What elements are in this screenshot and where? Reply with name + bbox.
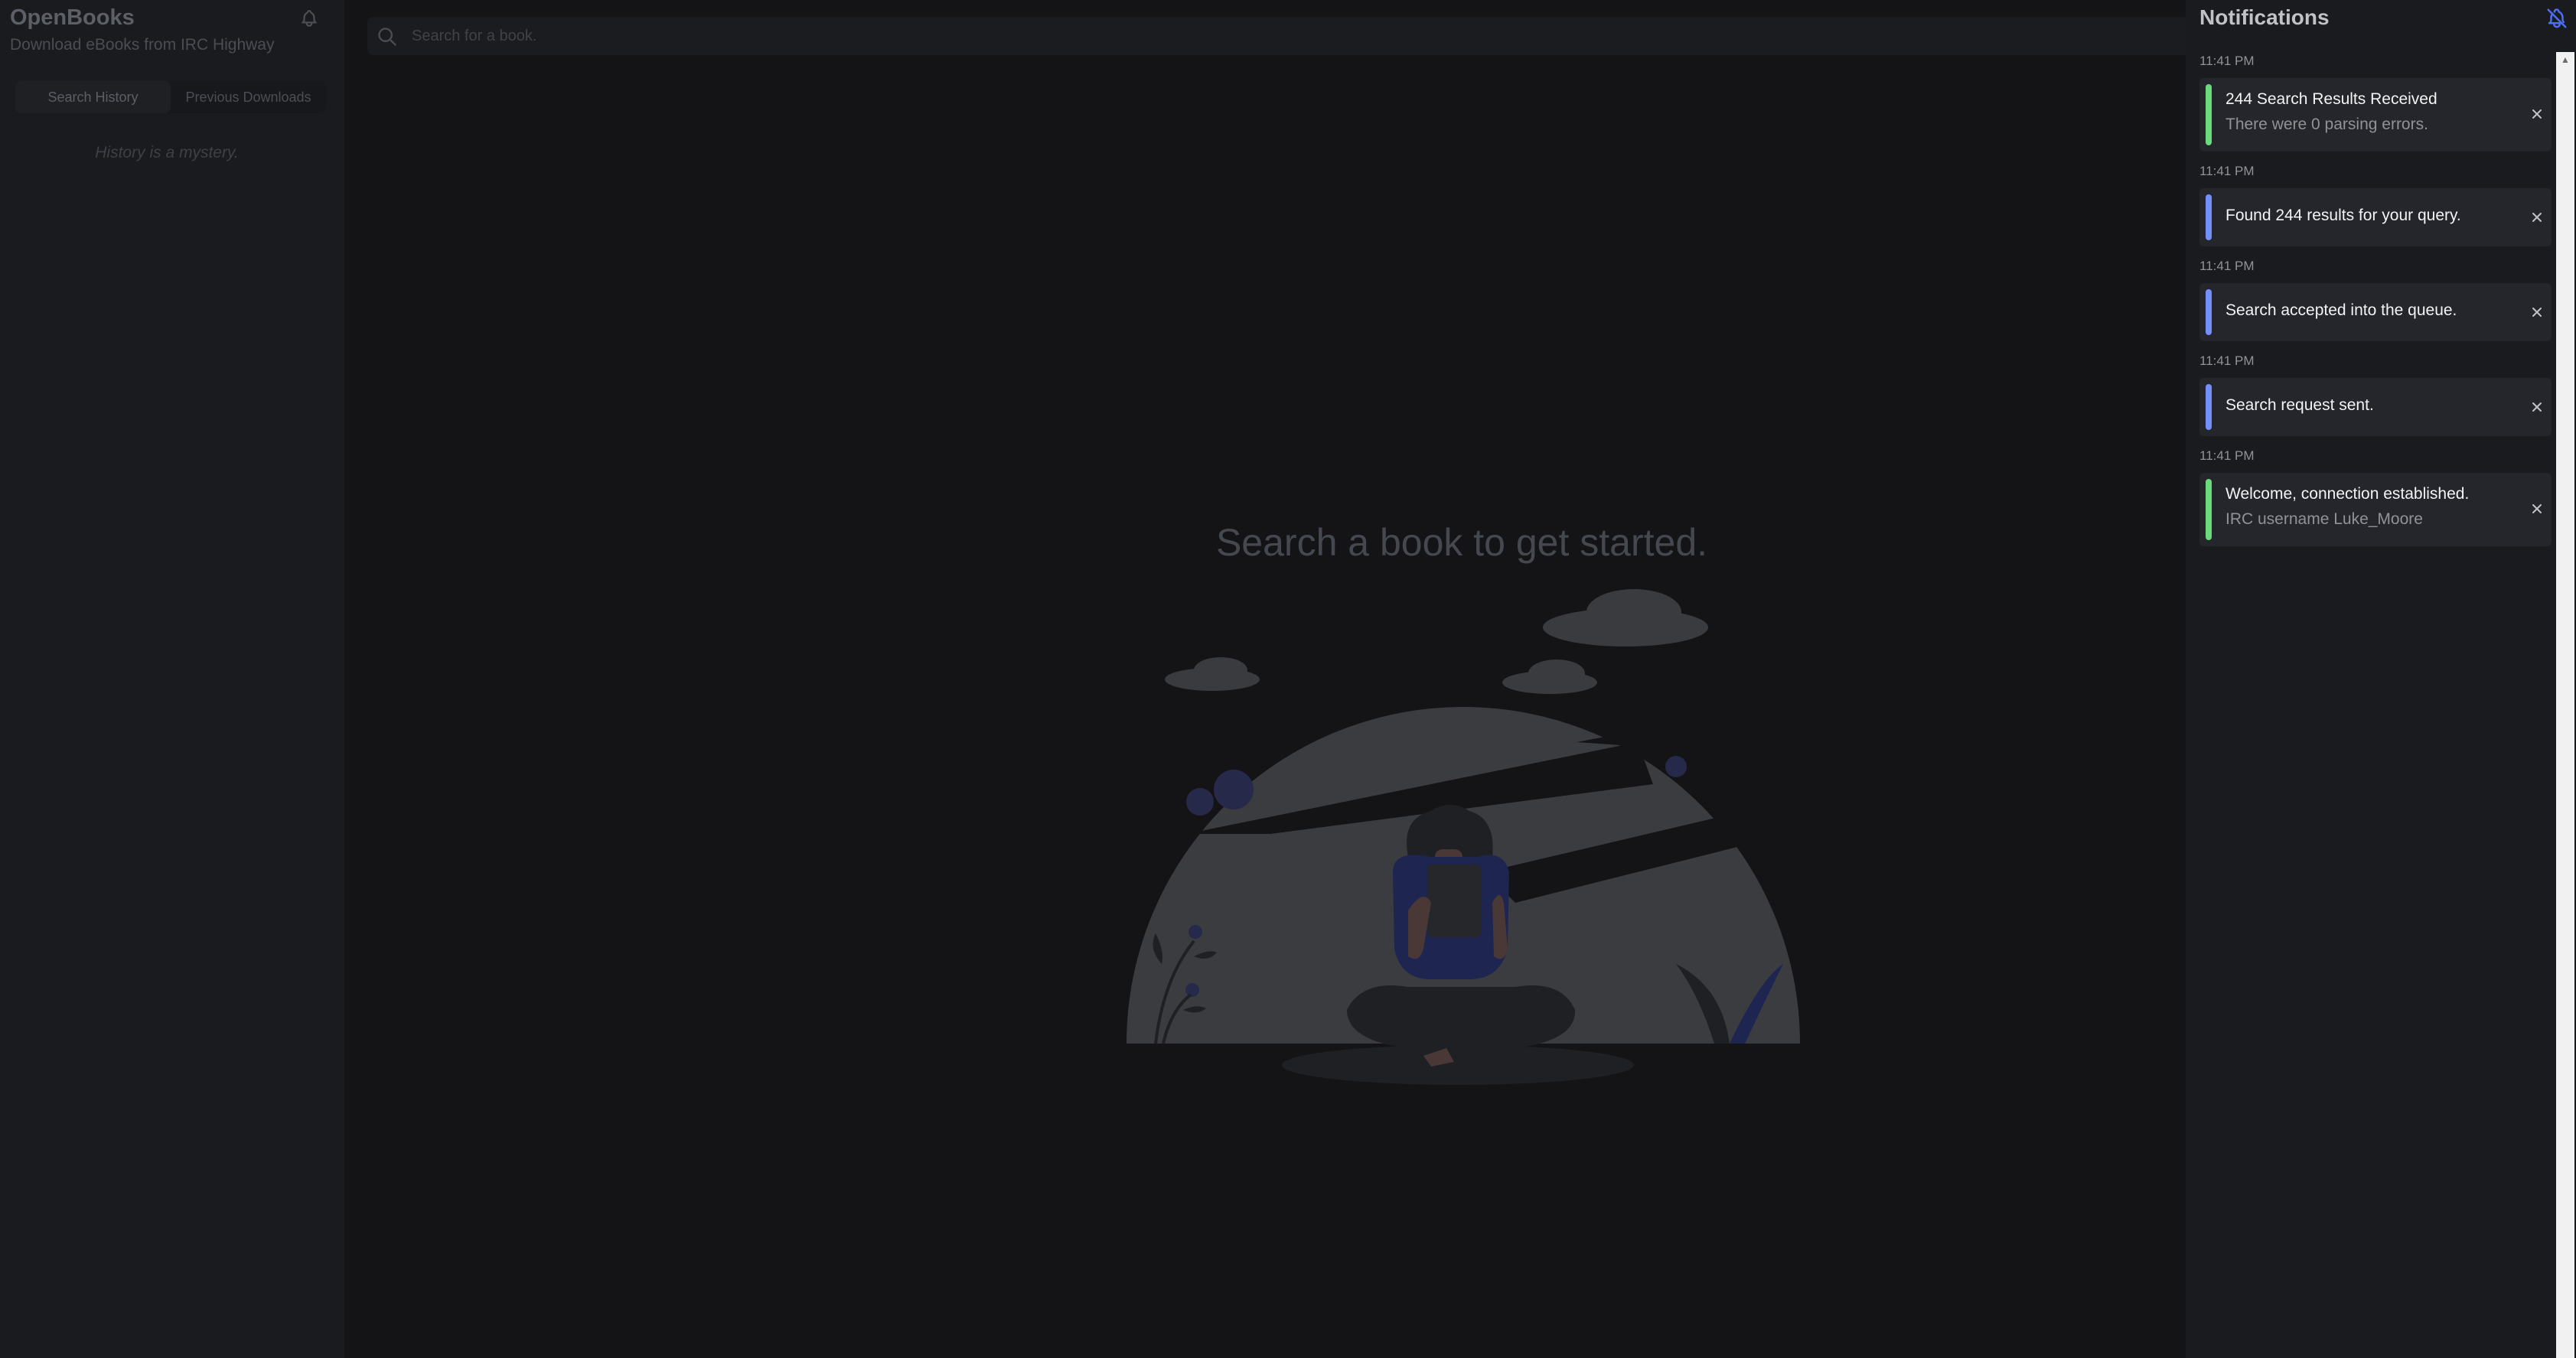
- tab-previous-downloads[interactable]: Previous Downloads: [171, 81, 326, 113]
- notification-message: IRC username Luke_Moore: [2225, 510, 2423, 528]
- notification-card: 244 Search Results Received There were 0…: [2199, 78, 2552, 151]
- notification-card: Search accepted into the queue.: [2199, 283, 2552, 341]
- close-icon[interactable]: [2529, 399, 2545, 415]
- notification-title: Welcome, connection established.: [2225, 485, 2470, 503]
- search-icon: [377, 26, 398, 47]
- bell-icon[interactable]: [299, 8, 319, 29]
- sidebar: OpenBooks Download eBooks from IRC Highw…: [0, 0, 344, 1358]
- notification-time: 11:41 PM: [2199, 259, 2255, 273]
- notification-accent: [2206, 384, 2212, 430]
- close-icon[interactable]: [2529, 209, 2545, 226]
- empty-state-title: Search a book to get started.: [1215, 521, 1708, 564]
- notification-card: Search request sent.: [2199, 378, 2552, 436]
- notification-message: There were 0 parsing errors.: [2225, 116, 2428, 133]
- empty-history-message: History is a mystery.: [95, 144, 239, 161]
- search-input[interactable]: [410, 17, 2170, 55]
- scroll-up-arrow-icon[interactable]: ▲: [2556, 52, 2574, 67]
- notification-accent: [2206, 194, 2212, 240]
- notification-time: 11:41 PM: [2199, 54, 2255, 68]
- notification-title: Found 244 results for your query.: [2225, 207, 2461, 224]
- notification-accent: [2206, 289, 2212, 335]
- close-icon[interactable]: [2529, 304, 2545, 321]
- app-title: OpenBooks: [10, 5, 135, 30]
- notification-time: 11:41 PM: [2199, 448, 2255, 463]
- notification-card: Welcome, connection established. IRC use…: [2199, 473, 2552, 546]
- app-root: OpenBooks Download eBooks from IRC Highw…: [0, 0, 2576, 1358]
- tab-search-history[interactable]: Search History: [15, 81, 171, 113]
- notification-time: 11:41 PM: [2199, 353, 2255, 368]
- search-bar: [367, 17, 2204, 55]
- bell-off-icon[interactable]: [2545, 6, 2568, 31]
- close-icon[interactable]: [2529, 500, 2545, 517]
- notification-title: Search accepted into the queue.: [2225, 301, 2457, 319]
- close-icon[interactable]: [2529, 106, 2545, 122]
- notifications-panel: Notifications ▲ 11:41 PM 244 Search Resu…: [2186, 0, 2576, 1358]
- notification-time: 11:41 PM: [2199, 164, 2255, 178]
- app-subtitle: Download eBooks from IRC Highway: [10, 36, 275, 54]
- notifications-title: Notifications: [2199, 5, 2330, 29]
- reading-illustration: [1117, 581, 1806, 1094]
- notification-title: 244 Search Results Received: [2225, 90, 2437, 108]
- history-tabs: Search History Previous Downloads: [15, 81, 326, 113]
- notification-accent: [2206, 479, 2212, 540]
- notification-title: Search request sent.: [2225, 396, 2374, 414]
- notifications-scrollbar[interactable]: ▲: [2556, 52, 2574, 1358]
- notification-card: Found 244 results for your query.: [2199, 188, 2552, 246]
- notification-accent: [2206, 84, 2212, 145]
